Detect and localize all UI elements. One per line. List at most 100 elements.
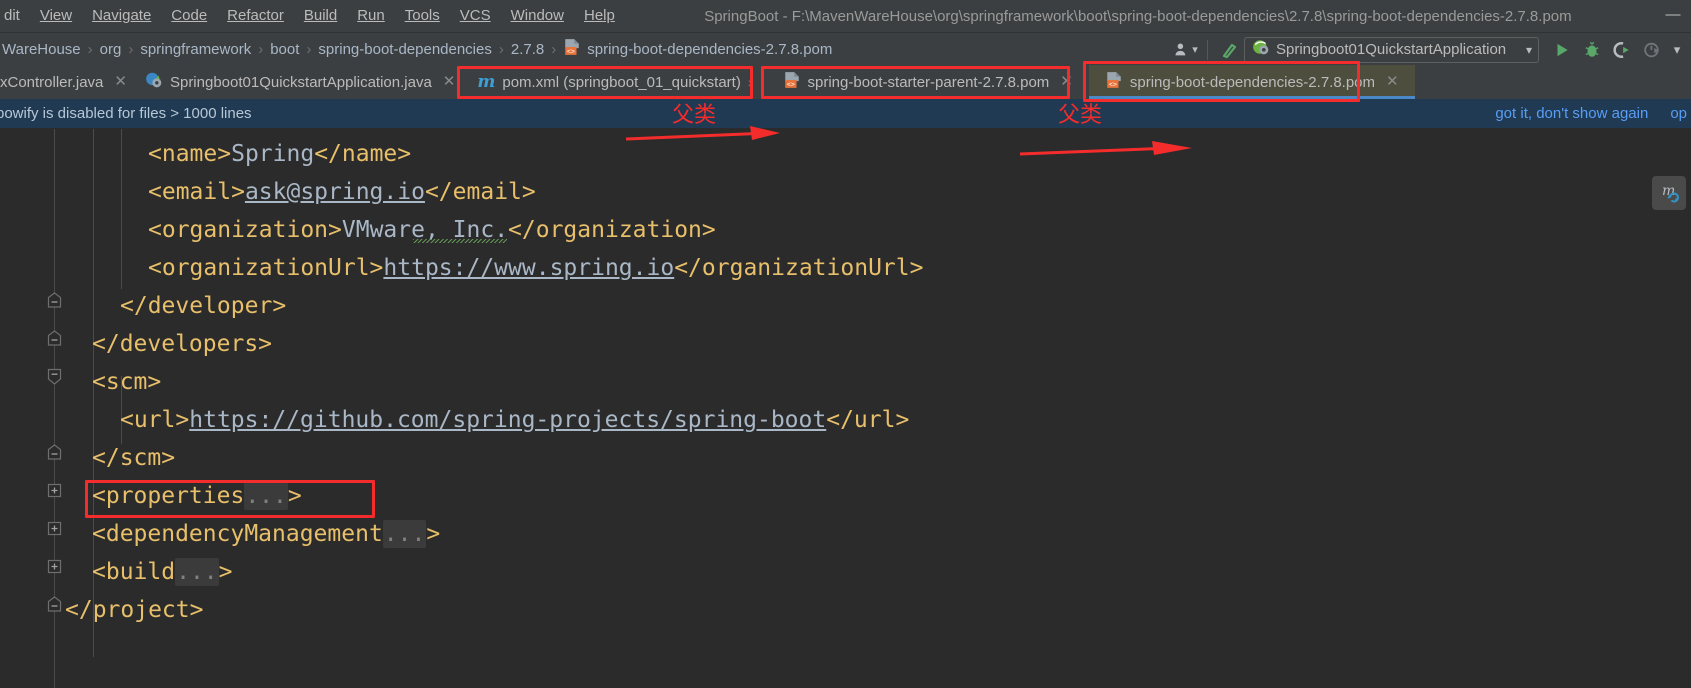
breadcrumb-separator-icon: › — [128, 40, 134, 58]
breadcrumb-item-boot[interactable]: boot — [264, 40, 305, 59]
run-with-coverage-icon[interactable] — [1607, 37, 1637, 63]
fold-collapse-icon[interactable] — [45, 329, 64, 348]
run-configuration-selector[interactable]: Springboot01QuickstartApplication ▾ — [1244, 36, 1539, 63]
menu-item-help[interactable]: Help — [574, 4, 625, 28]
code-line[interactable]: </developers> — [92, 325, 272, 364]
code-token-tag: <dependencyManagement — [92, 521, 383, 547]
code-line[interactable]: <email>ask@spring.io</email> — [148, 173, 536, 212]
tab-springboot01quickstartapplication-java[interactable]: Springboot01QuickstartApplication.java ✕ — [134, 65, 464, 99]
code-token-link[interactable]: https://github.com/spring-projects/sprin… — [189, 407, 826, 433]
breadcrumb-item-pom-file[interactable]: <> spring-boot-dependencies-2.7.8.pom — [557, 37, 838, 61]
breadcrumb-label: org — [99, 40, 122, 58]
tab-controller-java[interactable]: xController.java ✕ — [0, 65, 135, 99]
menu-item-label: Code — [171, 7, 208, 24]
fold-collapse-start-icon[interactable] — [45, 367, 64, 386]
fold-expand-icon[interactable] — [45, 481, 64, 500]
menu-item-run[interactable]: Run — [347, 4, 395, 28]
code-line[interactable]: <properties...> — [92, 477, 302, 516]
profiler-icon[interactable] — [1637, 37, 1667, 63]
code-line[interactable]: </project> — [65, 591, 203, 630]
breadcrumb-separator-icon: › — [87, 40, 93, 58]
close-icon[interactable]: ✕ — [1386, 74, 1399, 89]
menu-item-vcs[interactable]: VCS — [450, 4, 501, 28]
breadcrumb-item-spring-boot-dependencies[interactable]: spring-boot-dependencies — [312, 40, 497, 59]
code-line[interactable]: <organization>VMware, Inc.</organization… — [148, 211, 716, 250]
menu-item-view[interactable]: View — [30, 4, 82, 28]
folded-region-placeholder[interactable]: ... — [382, 520, 427, 548]
code-token-tag: > — [218, 559, 233, 585]
code-line[interactable]: <scm> — [92, 363, 161, 402]
menu-item-build[interactable]: Build — [294, 4, 347, 28]
tab-spring-boot-dependencies-pom[interactable]: <> spring-boot-dependencies-2.7.8.pom ✕ — [1088, 65, 1415, 99]
code-line[interactable]: </developer> — [120, 287, 286, 326]
tab-label: pom.xml (springboot_01_quickstart) — [502, 73, 741, 91]
chevron-right-icon[interactable]: › — [748, 74, 753, 90]
code-editor[interactable]: <name>Spring</name> <email>ask@spring.io… — [0, 129, 1691, 688]
breadcrumb-item-springframework[interactable]: springframework — [134, 40, 257, 59]
fold-expand-icon[interactable] — [45, 557, 64, 576]
code-line[interactable]: </scm> — [92, 439, 175, 478]
code-token-tag: > — [287, 483, 302, 509]
close-icon[interactable]: ✕ — [1060, 74, 1073, 89]
run-play-icon[interactable] — [1547, 37, 1577, 63]
tab-pom-xml[interactable]: m pom.xml (springboot_01_quickstart) › — [463, 65, 767, 99]
breadcrumb-label: WareHouse — [2, 40, 81, 58]
notification-options-link[interactable]: op — [1670, 105, 1687, 122]
run-configuration-label: Springboot01QuickstartApplication — [1276, 41, 1507, 58]
code-content[interactable]: <name>Spring</name> <email>ask@spring.io… — [65, 129, 1691, 688]
toolbar-more-chevron-icon[interactable]: ▾ — [1667, 37, 1687, 63]
breadcrumb-label: 2.7.8 — [510, 40, 545, 58]
fold-collapse-icon[interactable] — [45, 443, 64, 462]
debug-bug-icon[interactable] — [1577, 37, 1607, 63]
build-hammer-icon[interactable] — [1214, 37, 1244, 63]
navigation-bar: WareHouse › org › springframework › boot… — [0, 32, 1691, 65]
chevron-down-icon[interactable]: ▾ — [1526, 43, 1532, 57]
breadcrumb-label: boot — [270, 40, 300, 58]
menu-item-tools[interactable]: Tools — [395, 4, 450, 28]
breadcrumb-item-org[interactable]: org — [94, 40, 128, 59]
menu-item-code[interactable]: Code — [161, 4, 217, 28]
code-token-tag: <organization> — [148, 217, 342, 243]
menu-item-label: VCS — [459, 7, 491, 24]
code-token-text: Spring — [231, 141, 315, 167]
spring-boot-run-icon — [1252, 38, 1270, 61]
menu-item-navigate[interactable]: Navigate — [82, 4, 161, 28]
notification-bar: bowify is disabled for files > 1000 line… — [0, 99, 1691, 129]
fold-expand-icon[interactable] — [45, 519, 64, 538]
svg-text:<>: <> — [1109, 80, 1117, 88]
notification-dismiss-link[interactable]: got it, don't show again — [1495, 105, 1648, 122]
code-line[interactable]: <dependencyManagement...> — [92, 515, 440, 554]
code-token-link[interactable]: ask@spring.io — [245, 179, 425, 205]
tab-label: xController.java — [0, 73, 104, 91]
code-line[interactable]: <url>https://github.com/spring-projects/… — [120, 401, 909, 440]
code-line[interactable]: <name>Spring</name> — [148, 135, 411, 174]
breadcrumb-item-version[interactable]: 2.7.8 — [505, 40, 550, 59]
fold-collapse-icon[interactable] — [45, 291, 64, 310]
close-icon[interactable]: ✕ — [443, 74, 456, 89]
breadcrumb-item-warehouse[interactable]: WareHouse — [0, 40, 87, 59]
folded-region-placeholder[interactable]: ... — [244, 482, 288, 510]
folded-region-placeholder[interactable]: ... — [175, 558, 219, 586]
menu-item-window[interactable]: Window — [501, 4, 574, 28]
maven-m-icon: m — [477, 72, 496, 92]
menu-item-edit[interactable]: dit — [0, 4, 30, 28]
menu-item-label: Refactor — [227, 7, 284, 24]
code-token-link[interactable]: https://www.spring.io — [383, 255, 674, 281]
tab-spring-boot-starter-parent-pom[interactable]: <> spring-boot-starter-parent-2.7.8.pom … — [766, 65, 1089, 99]
menu-item-refactor[interactable]: Refactor — [217, 4, 294, 28]
code-token-tag: </organization> — [508, 217, 716, 243]
code-line[interactable]: <build...> — [92, 553, 233, 592]
code-line[interactable]: <organizationUrl>https://www.spring.io</… — [148, 249, 923, 288]
main-menu: dit View Navigate Code Refactor Build Ru… — [0, 4, 625, 28]
code-token-tag: <properties — [92, 483, 245, 509]
fold-collapse-icon[interactable] — [45, 595, 64, 614]
user-dropdown-icon[interactable]: ▾ — [1171, 37, 1201, 63]
close-icon[interactable]: ✕ — [114, 74, 127, 89]
code-token-tag: </developers> — [92, 331, 273, 357]
minimize-button[interactable]: — — [1665, 7, 1681, 24]
code-token-tag: </name> — [314, 141, 412, 167]
editor-gutter[interactable] — [0, 129, 72, 688]
maven-reload-icon[interactable]: m — [1652, 176, 1686, 210]
notification-actions: got it, don't show again op — [1495, 105, 1687, 122]
menu-item-label: Help — [583, 7, 615, 24]
